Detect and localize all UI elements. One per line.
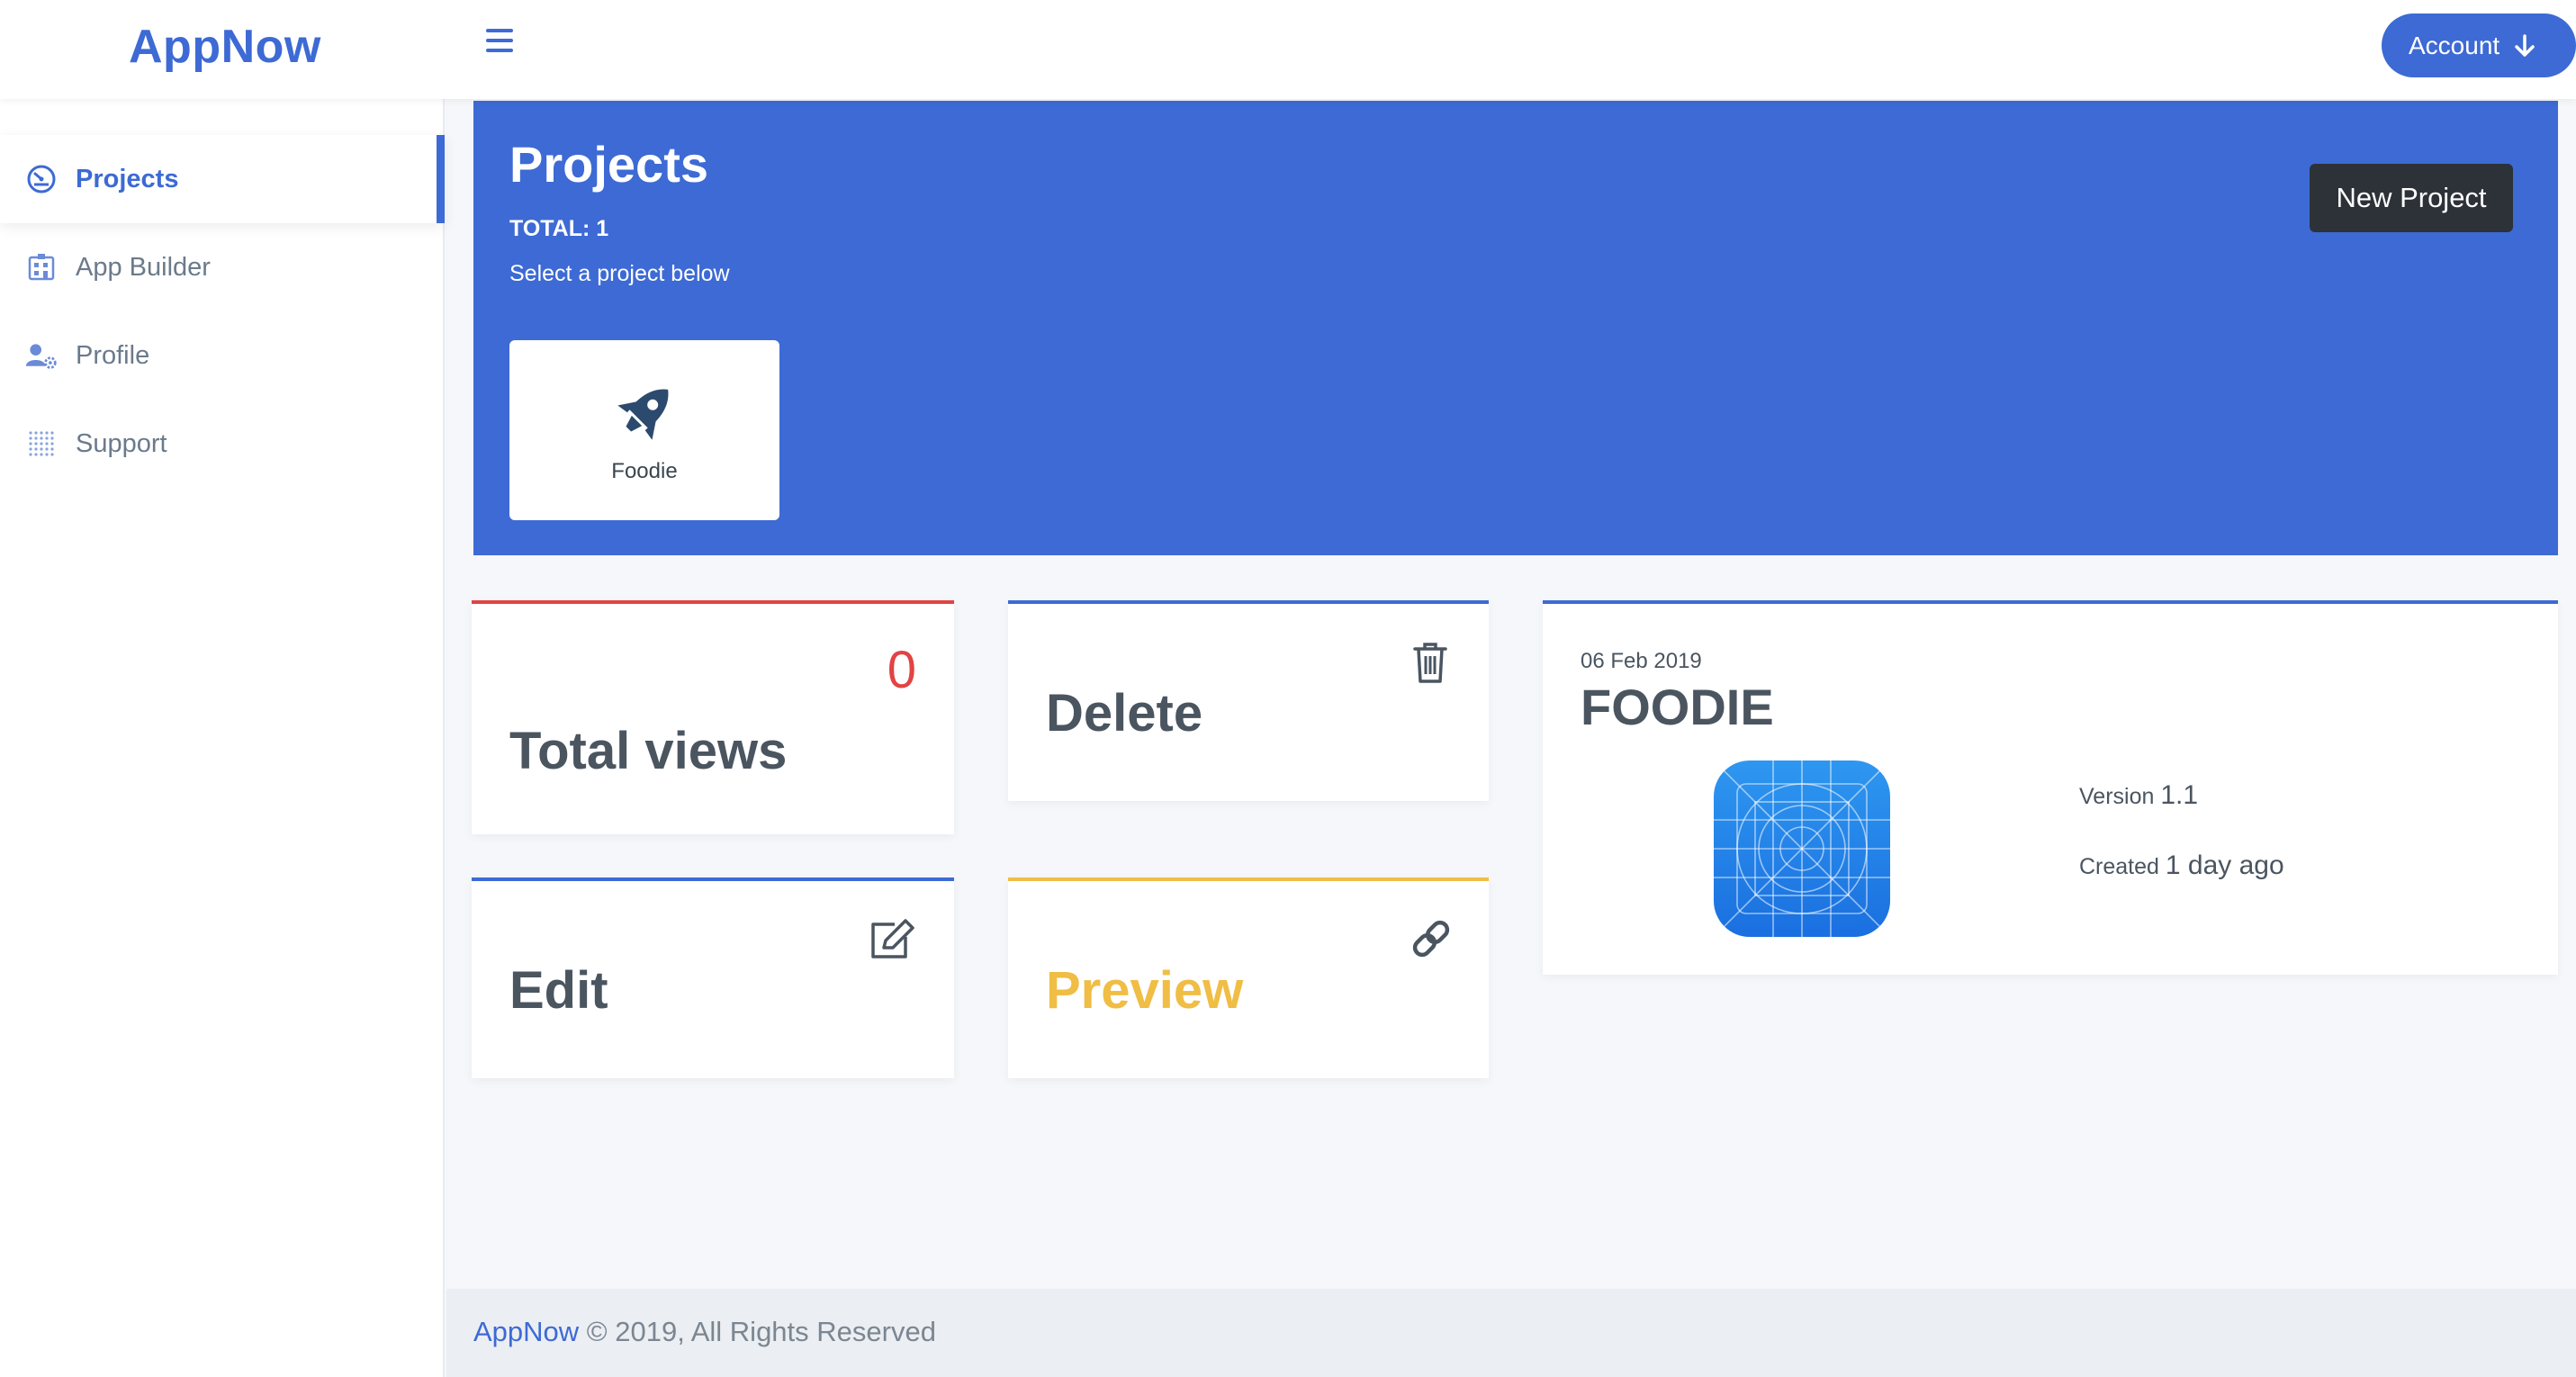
project-date: 06 Feb 2019	[1581, 649, 1702, 673]
project-created: Created 1 day ago	[2079, 850, 2284, 881]
total-views-card: 0 Total views	[472, 600, 954, 834]
building-icon	[25, 251, 58, 284]
preview-card[interactable]: Preview	[1008, 878, 1489, 1078]
project-tile-name: Foodie	[611, 459, 678, 483]
account-button[interactable]: Account	[2382, 14, 2576, 77]
project-version: Version 1.1	[2079, 780, 2198, 811]
sidebar-item-label: Profile	[76, 340, 150, 370]
created-value: 1 day ago	[2165, 850, 2284, 880]
footer-copyright: © 2019, All Rights Reserved	[586, 1316, 936, 1347]
dot-grid-icon	[25, 428, 58, 460]
project-tile-foodie[interactable]: Foodie	[509, 340, 779, 520]
projects-banner: Projects TOTAL: 1 Select a project below…	[473, 101, 2558, 555]
edit-label: Edit	[509, 961, 608, 1020]
sidebar-item-support[interactable]: Support	[0, 400, 445, 488]
sidebar: Projects App Builder Profile Support	[0, 99, 445, 1377]
app-icon-grid-icon	[1714, 760, 1890, 937]
arrow-down-icon	[2515, 33, 2535, 57]
delete-label: Delete	[1046, 684, 1203, 742]
new-project-button[interactable]: New Project	[2310, 164, 2513, 232]
sidebar-item-profile[interactable]: Profile	[0, 311, 445, 400]
account-label: Account	[2409, 31, 2500, 59]
projects-subtitle: Select a project below	[509, 261, 730, 286]
preview-label: Preview	[1046, 961, 1244, 1020]
sidebar-item-label: Support	[76, 428, 167, 458]
sidebar-item-projects[interactable]: Projects	[0, 135, 445, 223]
sidebar-item-label: App Builder	[76, 252, 211, 282]
footer-text: AppNow © 2019, All Rights Reserved	[473, 1316, 936, 1348]
sidebar-item-label: Projects	[76, 164, 179, 194]
footer: AppNow © 2019, All Rights Reserved	[446, 1289, 2576, 1377]
trash-icon[interactable]	[1411, 640, 1449, 685]
page-title: Projects	[509, 136, 708, 193]
rocket-icon	[617, 389, 669, 440]
version-label: Version	[2079, 784, 2161, 809]
link-icon[interactable]	[1410, 917, 1453, 960]
sidebar-item-app-builder[interactable]: App Builder	[0, 223, 445, 311]
project-name: FOODIE	[1581, 679, 1774, 735]
user-cog-icon	[25, 339, 58, 372]
version-value: 1.1	[2160, 780, 2199, 810]
delete-card[interactable]: Delete	[1008, 600, 1489, 801]
footer-brand-link[interactable]: AppNow	[473, 1316, 587, 1347]
brand-logo[interactable]: AppNow	[129, 20, 321, 74]
hamburger-menu-icon[interactable]	[486, 27, 520, 56]
projects-total: TOTAL: 1	[509, 216, 609, 241]
views-count: 0	[887, 641, 916, 699]
edit-icon[interactable]	[868, 917, 916, 962]
edit-card[interactable]: Edit	[472, 878, 954, 1078]
top-bar: AppNow Account	[0, 0, 2576, 99]
created-label: Created	[2079, 854, 2166, 879]
app-icon-placeholder	[1714, 760, 1890, 937]
dashboard-gauge-icon	[25, 163, 58, 195]
project-info-card: 06 Feb 2019 FOODIE Version 1.1 Created 1…	[1543, 600, 2558, 975]
total-views-label: Total views	[509, 722, 788, 780]
